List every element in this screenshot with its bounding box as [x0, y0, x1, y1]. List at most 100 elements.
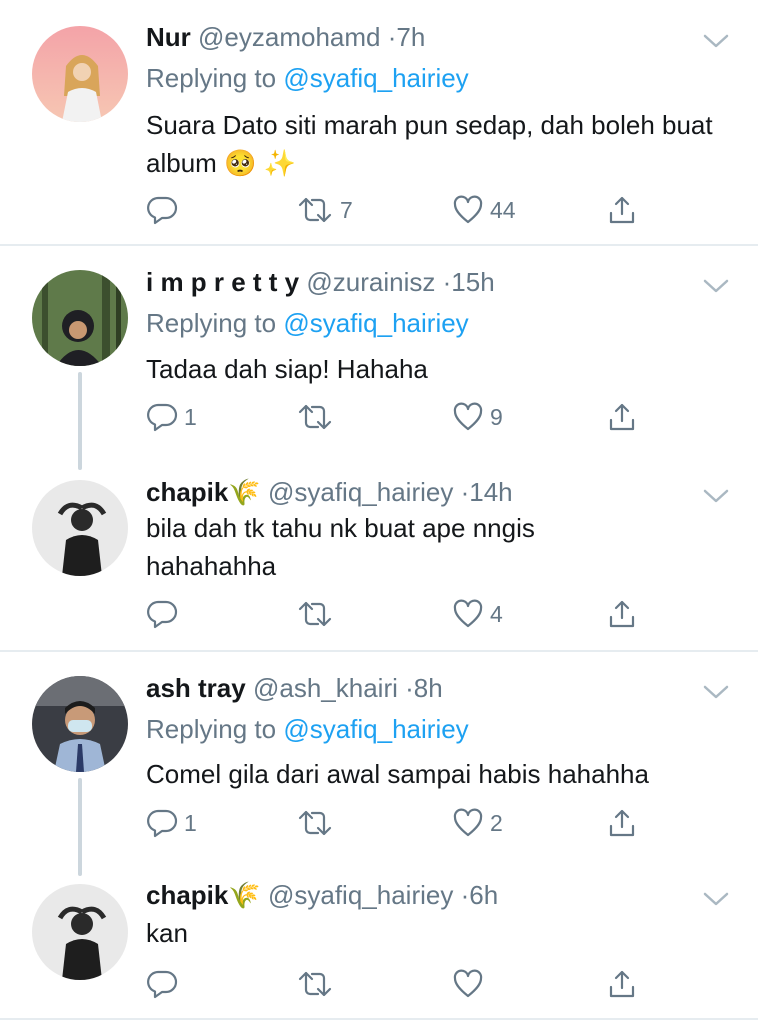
replying-to-user-link[interactable]: @syafiq_hairiey — [283, 63, 468, 93]
tweet-header: Nur @eyzamohamd ·7h — [146, 22, 426, 52]
share-icon — [609, 600, 635, 628]
like-button[interactable] — [452, 964, 490, 1004]
tweet-text: Suara Dato siti marah pun sedap, dah bol… — [146, 110, 713, 178]
retweet-icon — [298, 971, 332, 997]
chevron-down-icon[interactable] — [702, 277, 730, 295]
avatar[interactable] — [32, 884, 128, 980]
reply-button[interactable] — [146, 594, 184, 634]
timestamp[interactable]: 7h — [396, 22, 425, 52]
tweet-header: i m p r e t t y @zurainisz ·15h — [146, 267, 495, 297]
share-button[interactable] — [606, 190, 638, 230]
tweet-header: chapik🌾 @syafiq_hairiey ·14h — [146, 477, 513, 507]
replying-to-user-link[interactable]: @syafiq_hairiey — [283, 308, 468, 338]
reply-button[interactable] — [146, 964, 184, 1004]
retweet-icon — [298, 601, 332, 627]
avatar[interactable] — [32, 480, 128, 576]
like-icon — [453, 402, 483, 431]
like-count: 9 — [490, 403, 503, 430]
display-name[interactable]: i m p r e t t y — [146, 267, 299, 297]
tweet-header: chapik🌾 @syafiq_hairiey ·6h — [146, 880, 499, 910]
tweet-impretty[interactable]: i m p r e t t y @zurainisz ·15h Replying… — [0, 246, 758, 470]
retweet-button[interactable]: 7 — [296, 190, 353, 230]
tweet-actions: 1 2 — [146, 803, 666, 843]
user-handle[interactable]: @zurainisz — [306, 267, 435, 297]
reply-icon — [147, 809, 178, 838]
share-icon — [609, 970, 635, 998]
tweet-nur[interactable]: Nur @eyzamohamd ·7h Replying to @syafiq_… — [0, 0, 758, 244]
avatar[interactable] — [32, 270, 128, 366]
share-button[interactable] — [606, 397, 638, 437]
timestamp[interactable]: 15h — [451, 267, 494, 297]
tweet-text: bila dah tk tahu nk buat ape nngis hahah… — [146, 513, 535, 581]
tweet-chapik-reply[interactable]: chapik🌾 @syafiq_hairiey ·6h kan — [0, 866, 758, 1024]
like-button[interactable]: 2 — [452, 803, 503, 843]
reply-button[interactable]: 1 — [146, 803, 197, 843]
like-count: 4 — [490, 600, 503, 627]
chevron-down-icon[interactable] — [702, 487, 730, 505]
replying-to: Replying to @syafiq_hairiey — [146, 714, 469, 744]
tweet-actions: 4 — [146, 594, 666, 634]
share-button[interactable] — [606, 594, 638, 634]
user-handle[interactable]: @syafiq_hairiey — [268, 880, 453, 910]
tweet-text: kan — [146, 918, 188, 948]
retweet-button[interactable] — [296, 803, 340, 843]
like-icon — [453, 599, 483, 628]
user-handle[interactable]: @ash_khairi — [253, 673, 398, 703]
avatar[interactable] — [32, 26, 128, 122]
thread-line — [78, 372, 82, 470]
reply-icon — [147, 970, 178, 999]
chevron-down-icon[interactable] — [702, 890, 730, 908]
tweet-header: ash tray @ash_khairi ·8h — [146, 673, 443, 703]
tweet-ash-tray[interactable]: ash tray @ash_khairi ·8h Replying to @sy… — [0, 652, 758, 876]
reply-icon — [147, 196, 178, 225]
retweet-icon — [298, 404, 332, 430]
like-count: 2 — [490, 809, 503, 836]
thread-line — [78, 778, 82, 876]
display-name[interactable]: chapik🌾 — [146, 477, 261, 507]
user-handle[interactable]: @eyzamohamd — [198, 22, 380, 52]
retweet-button[interactable] — [296, 397, 340, 437]
tweet-actions — [146, 964, 666, 1004]
retweet-button[interactable] — [296, 594, 340, 634]
retweet-count: 7 — [340, 196, 353, 223]
like-icon — [453, 195, 483, 224]
tweet-actions: 7 44 — [146, 190, 666, 230]
like-icon — [453, 969, 483, 998]
like-count: 44 — [490, 196, 516, 223]
replying-to: Replying to @syafiq_hairiey — [146, 308, 469, 338]
reply-icon — [147, 403, 178, 432]
timestamp[interactable]: 8h — [414, 673, 443, 703]
reply-button[interactable] — [146, 190, 184, 230]
tweet-text: Comel gila dari awal sampai habis hahahh… — [146, 759, 649, 789]
avatar[interactable] — [32, 676, 128, 772]
reply-button[interactable]: 1 — [146, 397, 197, 437]
timestamp[interactable]: 14h — [469, 477, 512, 507]
share-button[interactable] — [606, 803, 638, 843]
like-icon — [453, 808, 483, 837]
chevron-down-icon[interactable] — [702, 32, 730, 50]
chevron-down-icon[interactable] — [702, 683, 730, 701]
like-button[interactable]: 44 — [452, 190, 516, 230]
share-icon — [609, 809, 635, 837]
tweet-chapik[interactable]: chapik🌾 @syafiq_hairiey ·14h bila dah tk… — [0, 460, 758, 650]
reply-count: 1 — [184, 403, 197, 430]
divider — [0, 1018, 758, 1020]
timestamp[interactable]: 6h — [469, 880, 498, 910]
user-handle[interactable]: @syafiq_hairiey — [268, 477, 453, 507]
tweet-actions: 1 9 — [146, 397, 666, 437]
like-button[interactable]: 4 — [452, 594, 503, 634]
share-button[interactable] — [606, 964, 638, 1004]
retweet-button[interactable] — [296, 964, 340, 1004]
retweet-icon — [298, 810, 332, 836]
display-name[interactable]: ash tray — [146, 673, 246, 703]
display-name[interactable]: Nur — [146, 22, 191, 52]
share-icon — [609, 196, 635, 224]
replying-to-user-link[interactable]: @syafiq_hairiey — [283, 714, 468, 744]
display-name[interactable]: chapik🌾 — [146, 880, 261, 910]
reply-count: 1 — [184, 809, 197, 836]
like-button[interactable]: 9 — [452, 397, 503, 437]
share-icon — [609, 403, 635, 431]
retweet-icon — [298, 197, 332, 223]
replying-to: Replying to @syafiq_hairiey — [146, 63, 469, 93]
reply-icon — [147, 600, 178, 629]
